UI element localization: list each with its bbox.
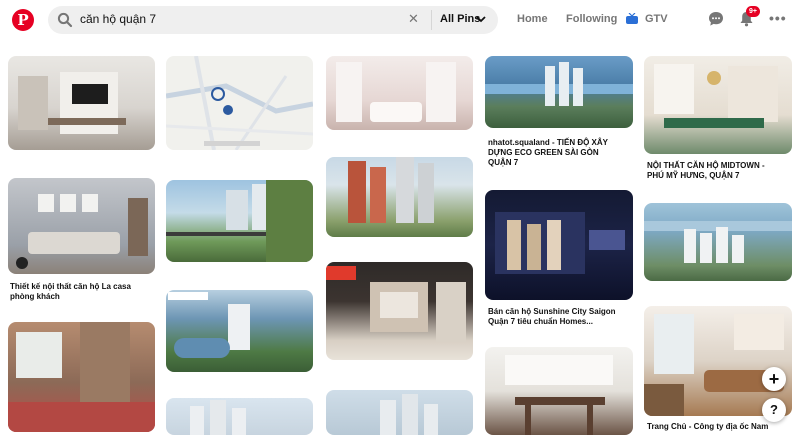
pin-image-riverside-complex[interactable] <box>644 203 792 281</box>
pin-caption-eco-green: nhatot.squaland - TIẾN ĐỘ XÂY DỰNG ECO G… <box>488 138 609 167</box>
pin-caption-nam: Trang Chủ - Công ty địa ốc Nam <box>647 422 769 431</box>
balcony-view-illustration <box>166 180 313 262</box>
pin-image-sunshine-city-promo[interactable] <box>485 190 633 300</box>
dining-table-illustration <box>505 355 613 435</box>
nav-home-link[interactable]: Home <box>517 13 548 25</box>
nav-gtv-link[interactable]: GTV <box>645 13 668 25</box>
gray-living-room-illustration <box>16 194 148 269</box>
help-button[interactable]: ? <box>762 398 786 422</box>
pin-image-gray-living-room[interactable] <box>8 178 155 274</box>
apartment-towers-illustration <box>348 157 434 223</box>
add-pin-button[interactable]: + <box>762 367 786 391</box>
pin-caption-midtown: NỘI THẤT CĂN HỘ MIDTOWN - PHÚ MỸ HƯNG, Q… <box>647 161 765 180</box>
pin-image-riverside-tower-aerial[interactable] <box>166 290 313 372</box>
pin-caption-sunshine-city: Bán căn hộ Sunshine City Saigon Quận 7 t… <box>488 307 616 326</box>
search-input[interactable]: căn hộ quận 7 <box>80 12 156 26</box>
more-options-icon[interactable]: ••• <box>769 11 787 25</box>
pink-bedroom-illustration <box>336 62 456 122</box>
pin-image-wall-bed[interactable] <box>326 262 473 360</box>
nav-following-link[interactable]: Following <box>566 13 617 25</box>
eco-green-aerial-illustration <box>485 62 633 106</box>
pin-image-city-towers[interactable] <box>326 390 473 435</box>
riverside-tower-illustration <box>168 292 250 358</box>
pin-image-apartment-towers[interactable] <box>326 157 473 237</box>
pin-image-balcony-view[interactable] <box>166 180 313 262</box>
pin-image-bedroom-window[interactable] <box>8 322 155 432</box>
notification-count-badge: 9+ <box>746 6 760 17</box>
top-navigation-bar: P căn hộ quận 7 ✕ All Pins Home Followin… <box>0 0 800 40</box>
city-towers-illustration <box>380 394 438 435</box>
clear-search-icon[interactable]: ✕ <box>408 11 419 27</box>
midtown-interior-illustration <box>654 64 778 128</box>
gtv-badge-icon <box>626 13 638 24</box>
tower-skyline-illustration <box>190 400 246 435</box>
pin-image-eco-green-aerial[interactable] <box>485 56 633 128</box>
search-divider <box>431 10 432 30</box>
pin-image-location-map[interactable] <box>166 56 313 150</box>
sunshine-city-promo-illustration <box>495 212 625 274</box>
search-icon <box>57 12 73 28</box>
wall-bed-illustration <box>326 266 466 342</box>
pin-image-tower-skyline[interactable] <box>166 398 313 435</box>
messages-icon[interactable] <box>708 11 724 27</box>
chevron-down-icon[interactable] <box>476 14 486 24</box>
pin-image-pink-bedroom[interactable] <box>326 56 473 130</box>
bedroom-window-illustration <box>8 322 155 432</box>
riverside-complex-illustration <box>644 221 792 263</box>
all-pins-filter[interactable]: All Pins <box>440 13 480 25</box>
pin-image-living-room-tv-wall[interactable] <box>8 56 155 150</box>
search-bar[interactable]: căn hộ quận 7 ✕ All Pins <box>48 6 498 34</box>
location-map-illustration <box>166 56 313 150</box>
pin-caption-lacasa: Thiết kế nội thất căn hộ La casa phòng k… <box>10 282 131 301</box>
pin-image-dining-table[interactable] <box>485 347 633 435</box>
pinterest-logo[interactable]: P <box>12 9 34 31</box>
pin-image-midtown-interior[interactable] <box>644 56 792 154</box>
living-room-illustration <box>18 72 126 134</box>
